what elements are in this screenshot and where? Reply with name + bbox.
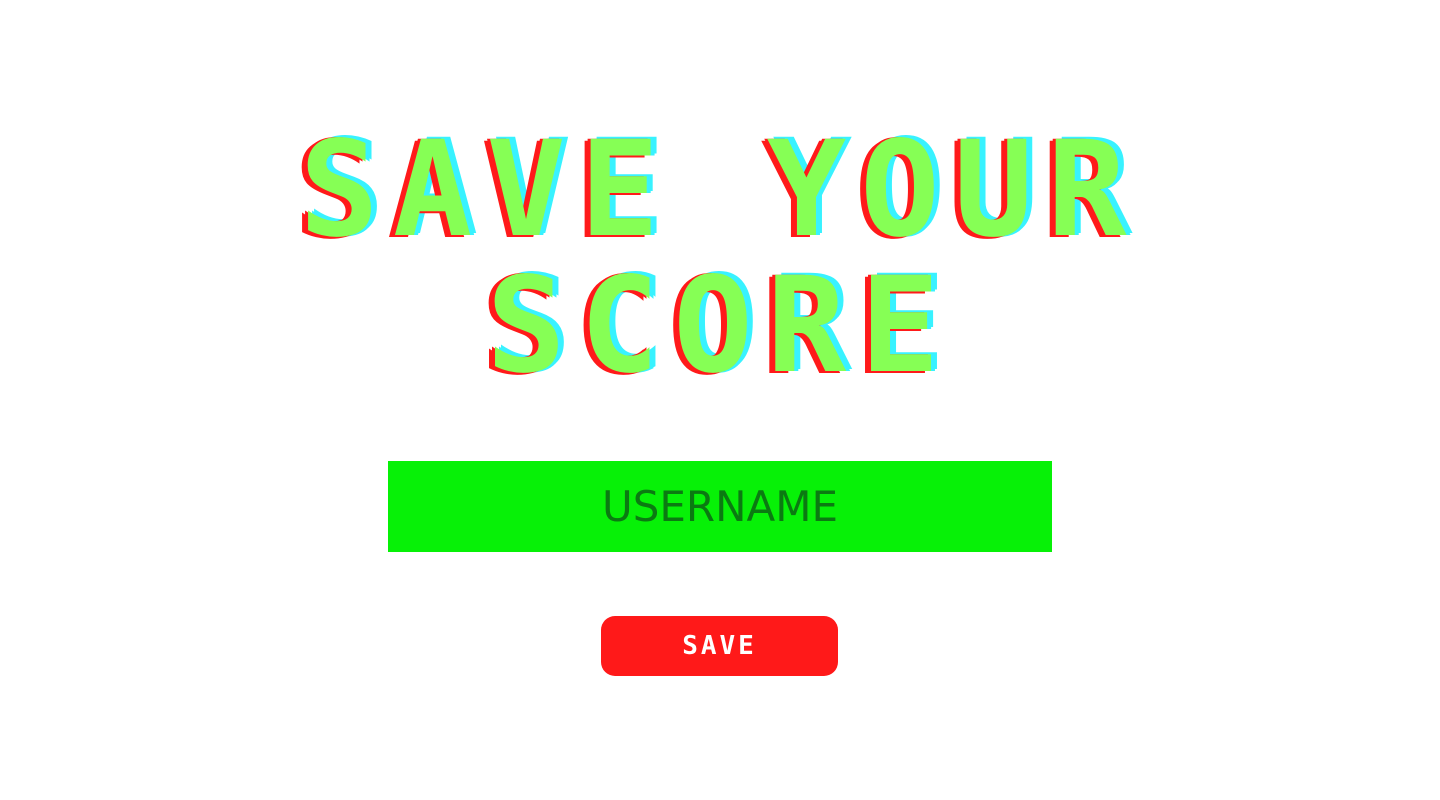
save-score-screen: SAVE YOUR SCORE SAVE [0,0,1440,800]
save-button[interactable]: SAVE [601,616,838,676]
username-input[interactable] [388,461,1052,552]
title-line-1: SAVE YOUR [299,113,1141,267]
title-line-2: SCORE [486,249,954,403]
